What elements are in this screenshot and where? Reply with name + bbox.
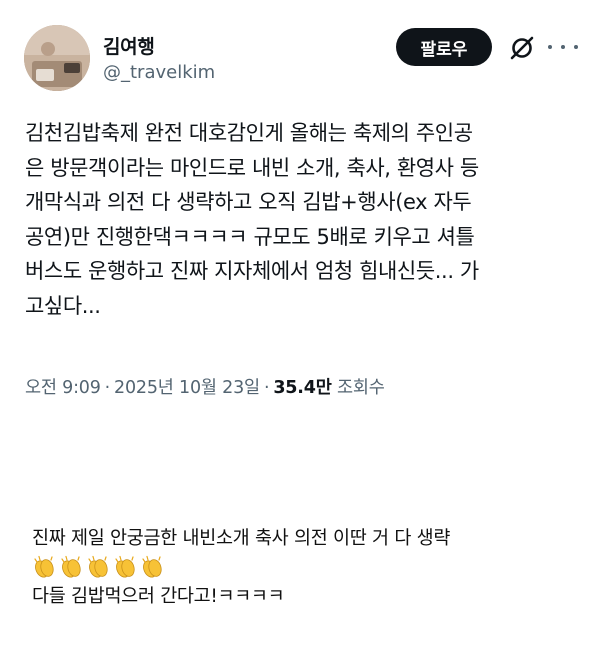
display-name[interactable]: 김여행 — [103, 32, 155, 59]
tweet-date[interactable]: 2025년 10월 23일 — [114, 378, 260, 398]
clapping-hands-icon — [61, 555, 81, 578]
clapping-hands-icon — [142, 555, 162, 578]
tweet-header: 김여행 @_travelkim 팔로우 — [0, 0, 593, 100]
meta-separator: · — [263, 378, 270, 398]
grok-icon[interactable] — [508, 34, 536, 62]
tweet-text: 김천김밥축제 완전 대호감인게 올해는 축제의 주인공 은 방문객이라는 마인드… — [25, 116, 585, 323]
clapping-hands-icon — [88, 555, 108, 578]
tweet-text-line: 은 방문객이라는 마인드로 내빈 소개, 축사, 환영사 등 — [25, 155, 479, 180]
clapping-hands-icon — [115, 555, 135, 578]
clapping-hands-icon — [34, 555, 54, 578]
caption-line: 진짜 제일 안궁금한 내빈소개 축사 의전 이딴 거 다 생략 — [32, 528, 451, 549]
views-label: 조회수 — [336, 378, 385, 398]
tweet-meta: 오전 9:09 · 2025년 10월 23일 · 35.4만 조회수 — [25, 374, 385, 399]
tweet-text-line: 공연)만 진행한댁ㅋㅋㅋㅋ 규모도 5배로 키우고 셔틀 — [25, 224, 475, 249]
caption-line: 다들 김밥먹으러 간다고!ㅋㅋㅋㅋ — [32, 586, 285, 607]
caption: 진짜 제일 안궁금한 내빈소개 축사 의전 이딴 거 다 생략 다들 김밥먹으러… — [32, 524, 450, 611]
tweet-text-line: 김천김밥축제 완전 대호감인게 올해는 축제의 주인공 — [25, 121, 473, 145]
avatar-photo-icon — [24, 25, 90, 91]
avatar[interactable] — [24, 25, 90, 91]
views-count[interactable]: 35.4만 — [273, 378, 331, 398]
tweet-text-line: 개막식과 의전 다 생략하고 오직 김밥+행사(ex 자두 — [25, 190, 472, 214]
meta-separator: · — [104, 378, 111, 398]
tweet-time[interactable]: 오전 9:09 — [25, 378, 101, 398]
follow-button[interactable]: 팔로우 — [396, 28, 492, 66]
user-handle[interactable]: @_travelkim — [103, 62, 215, 83]
more-options-icon[interactable] — [548, 38, 578, 56]
tweet-text-line: 고싶다... — [25, 293, 101, 318]
tweet-text-line: 버스도 운행하고 진짜 지자체에서 엄청 힘내신듯... 가 — [25, 259, 479, 283]
clap-emoji-row — [32, 553, 450, 582]
